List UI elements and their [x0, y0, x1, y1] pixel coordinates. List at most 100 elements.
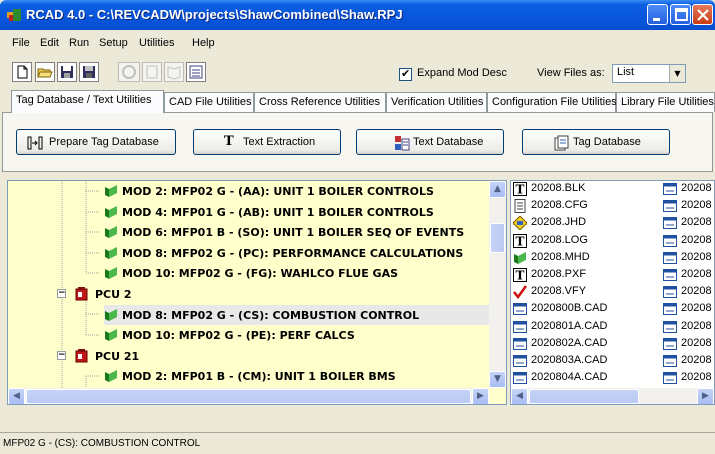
- file-item-col2[interactable]: 20208: [663, 284, 714, 301]
- prepare-tag-database-button[interactable]: Prepare Tag Database: [16, 129, 176, 155]
- menu-file[interactable]: File: [12, 37, 30, 49]
- file-item-col2[interactable]: 20208: [663, 181, 714, 198]
- file-horizontal-scrollbar[interactable]: ◀ ▶: [511, 388, 714, 404]
- tree-vertical-scrollbar[interactable]: ▲ ▼: [489, 181, 506, 388]
- toolbar: [0, 58, 715, 88]
- file-item[interactable]: 2020803A.CAD: [513, 353, 653, 370]
- window-title: RCAD 4.0 - C:\REVCADW\projects\ShawCombi…: [26, 7, 403, 22]
- tree-mod-node[interactable]: MOD 2: MFP02 G - (AA): UNIT 1 BOILER CON…: [104, 181, 489, 201]
- menu-help[interactable]: Help: [192, 37, 215, 49]
- h-scroll-thumb[interactable]: [26, 389, 471, 404]
- tab-tag-database[interactable]: Tag Database / Text Utilities: [11, 90, 164, 113]
- tab-cross-reference[interactable]: Cross Reference Utilities: [254, 92, 386, 112]
- open-folder-button[interactable]: [35, 62, 55, 82]
- collapse-icon[interactable]: −: [57, 289, 66, 298]
- tab-library[interactable]: Library File Utilities: [616, 92, 715, 112]
- file-name: 20208: [681, 336, 712, 349]
- scroll-down-button[interactable]: ▼: [489, 371, 506, 388]
- tree-mod-node[interactable]: MOD 4: MFP01 G - (AB): UNIT 1 BOILER CON…: [104, 202, 489, 222]
- file-list[interactable]: T 20208.BLK 20208 20208.CFG 20208 20208.JHD 20…: [510, 180, 715, 405]
- file-item[interactable]: 20208.CFG: [513, 198, 653, 215]
- scroll-thumb[interactable]: [490, 223, 505, 253]
- file-item[interactable]: 20208.VFY: [513, 284, 653, 301]
- expand-mod-desc-checkbox[interactable]: ✔: [399, 67, 412, 81]
- text-database-label: Text Database: [413, 136, 484, 148]
- save-button[interactable]: [57, 62, 77, 82]
- tree-node-label: MOD 2: MFP01 B - (CM): UNIT 1 BOILER BMS: [122, 370, 396, 384]
- file-item-col2[interactable]: 20208: [663, 370, 714, 387]
- file-item[interactable]: 20208.JHD: [513, 215, 653, 232]
- open-folder-icon: [37, 68, 53, 78]
- tree-pcu-node[interactable]: − PCU 21: [57, 346, 477, 366]
- menu-utilities[interactable]: Utilities: [139, 37, 174, 49]
- tree-node-label: MOD 4: MFP01 G - (AB): UNIT 1 BOILER CON…: [122, 205, 434, 219]
- file-item-col2[interactable]: 20208: [663, 319, 714, 336]
- tab-verification[interactable]: Verification Utilities: [386, 92, 487, 112]
- file-item[interactable]: T 20208.PXF: [513, 267, 653, 284]
- file-scroll-right-button[interactable]: ▶: [697, 388, 714, 404]
- collapse-icon[interactable]: −: [57, 350, 66, 360]
- file-item[interactable]: 2020801A.CAD: [513, 319, 653, 336]
- file-item[interactable]: T 20208.LOG: [513, 233, 653, 250]
- scroll-right-button[interactable]: ▶: [472, 388, 489, 404]
- file-item[interactable]: 20208.MHD: [513, 250, 653, 267]
- prepare-label: Prepare Tag Database: [49, 136, 159, 148]
- file-name: 20208.BLK: [531, 182, 586, 194]
- file-item-col2[interactable]: 20208: [663, 353, 714, 370]
- menu-run[interactable]: Run: [69, 37, 89, 49]
- close-button[interactable]: [692, 4, 713, 25]
- tag-database-icon: [554, 135, 569, 151]
- tree-mod-node[interactable]: MOD 8: MFP02 G - (CS): COMBUSTION CONTRO…: [104, 304, 489, 325]
- file-item-col2[interactable]: 20208: [663, 250, 714, 267]
- report-button[interactable]: [186, 62, 206, 82]
- text-database-button[interactable]: Text Database: [356, 129, 504, 155]
- file-name: 2020804A.CAD: [531, 371, 608, 384]
- file-item-col2[interactable]: 20208: [663, 336, 714, 353]
- tree-mod-node[interactable]: MOD 10: MFP02 G - (PE): PERF CALCS: [104, 325, 489, 345]
- file-item-col2[interactable]: 20208: [663, 267, 714, 284]
- menu-setup[interactable]: Setup: [99, 37, 128, 49]
- file-scroll-left-button[interactable]: ◀: [511, 388, 528, 404]
- save-all-button[interactable]: [79, 62, 99, 82]
- view-files-select[interactable]: List ▼: [612, 64, 686, 83]
- book-icon: [167, 66, 181, 80]
- tag-database-button[interactable]: Tag Database: [522, 129, 670, 155]
- tree-mod-node[interactable]: MOD 2: MFP01 B - (CM): UNIT 1 BOILER BMS: [104, 366, 489, 386]
- file-name: 2020801A.CAD: [531, 319, 608, 332]
- file-item-col2[interactable]: 20208: [663, 301, 714, 318]
- view-files-value: List: [617, 66, 635, 78]
- file-item[interactable]: T 20208.BLK: [513, 181, 653, 198]
- tree-mod-node[interactable]: MOD 10: MFP02 G - (FG): WAHLCO FLUE GAS: [104, 263, 489, 283]
- tree-horizontal-scrollbar[interactable]: ◀ ▶: [8, 388, 489, 404]
- tree-node-label: PCU 2: [95, 288, 132, 301]
- file-name: 20208: [681, 182, 712, 194]
- minimize-button[interactable]: [647, 4, 668, 25]
- maximize-icon: [675, 8, 688, 21]
- tree-node-label: PCU 21: [95, 349, 140, 363]
- tree-mod-node[interactable]: MOD 8: MFP02 G - (PC): PERFORMANCE CALCU…: [104, 243, 489, 263]
- tree-mod-node[interactable]: MOD 6: MFP01 B - (SO): UNIT 1 BOILER SEQ…: [104, 222, 489, 242]
- file-item[interactable]: 2020800B.CAD: [513, 301, 653, 318]
- menu-edit[interactable]: Edit: [40, 37, 59, 49]
- new-file-button[interactable]: [12, 62, 32, 82]
- module-tree[interactable]: MOD 2: MFP02 G - (AA): UNIT 1 BOILER CON…: [7, 180, 507, 405]
- file-item[interactable]: 2020802A.CAD: [513, 336, 653, 353]
- scroll-left-button[interactable]: ◀: [8, 388, 25, 404]
- save-icon: [61, 66, 73, 78]
- text-t-icon: T: [224, 134, 234, 149]
- file-item-col2[interactable]: 20208: [663, 215, 714, 232]
- file-item-col2[interactable]: 20208: [663, 233, 714, 250]
- maximize-button[interactable]: [670, 4, 691, 25]
- file-item-col2[interactable]: 20208: [663, 198, 714, 215]
- tab-configuration[interactable]: Configuration File Utilities: [487, 92, 617, 112]
- file-name: 20208.MHD: [531, 250, 590, 263]
- scroll-up-button[interactable]: ▲: [489, 181, 506, 198]
- file-h-scroll-thumb[interactable]: [529, 389, 639, 404]
- new-file-icon: [17, 65, 28, 79]
- text-extraction-button[interactable]: T Text Extraction: [193, 129, 341, 155]
- chevron-down-icon[interactable]: ▼: [669, 65, 685, 82]
- file-item[interactable]: 2020804A.CAD: [513, 370, 653, 387]
- tab-cad-file[interactable]: CAD File Utilities: [164, 92, 254, 112]
- tree-pcu-node[interactable]: − PCU 2: [57, 284, 477, 304]
- tree-node-label: MOD 6: MFP01 B - (SO): UNIT 1 BOILER SEQ…: [122, 226, 465, 240]
